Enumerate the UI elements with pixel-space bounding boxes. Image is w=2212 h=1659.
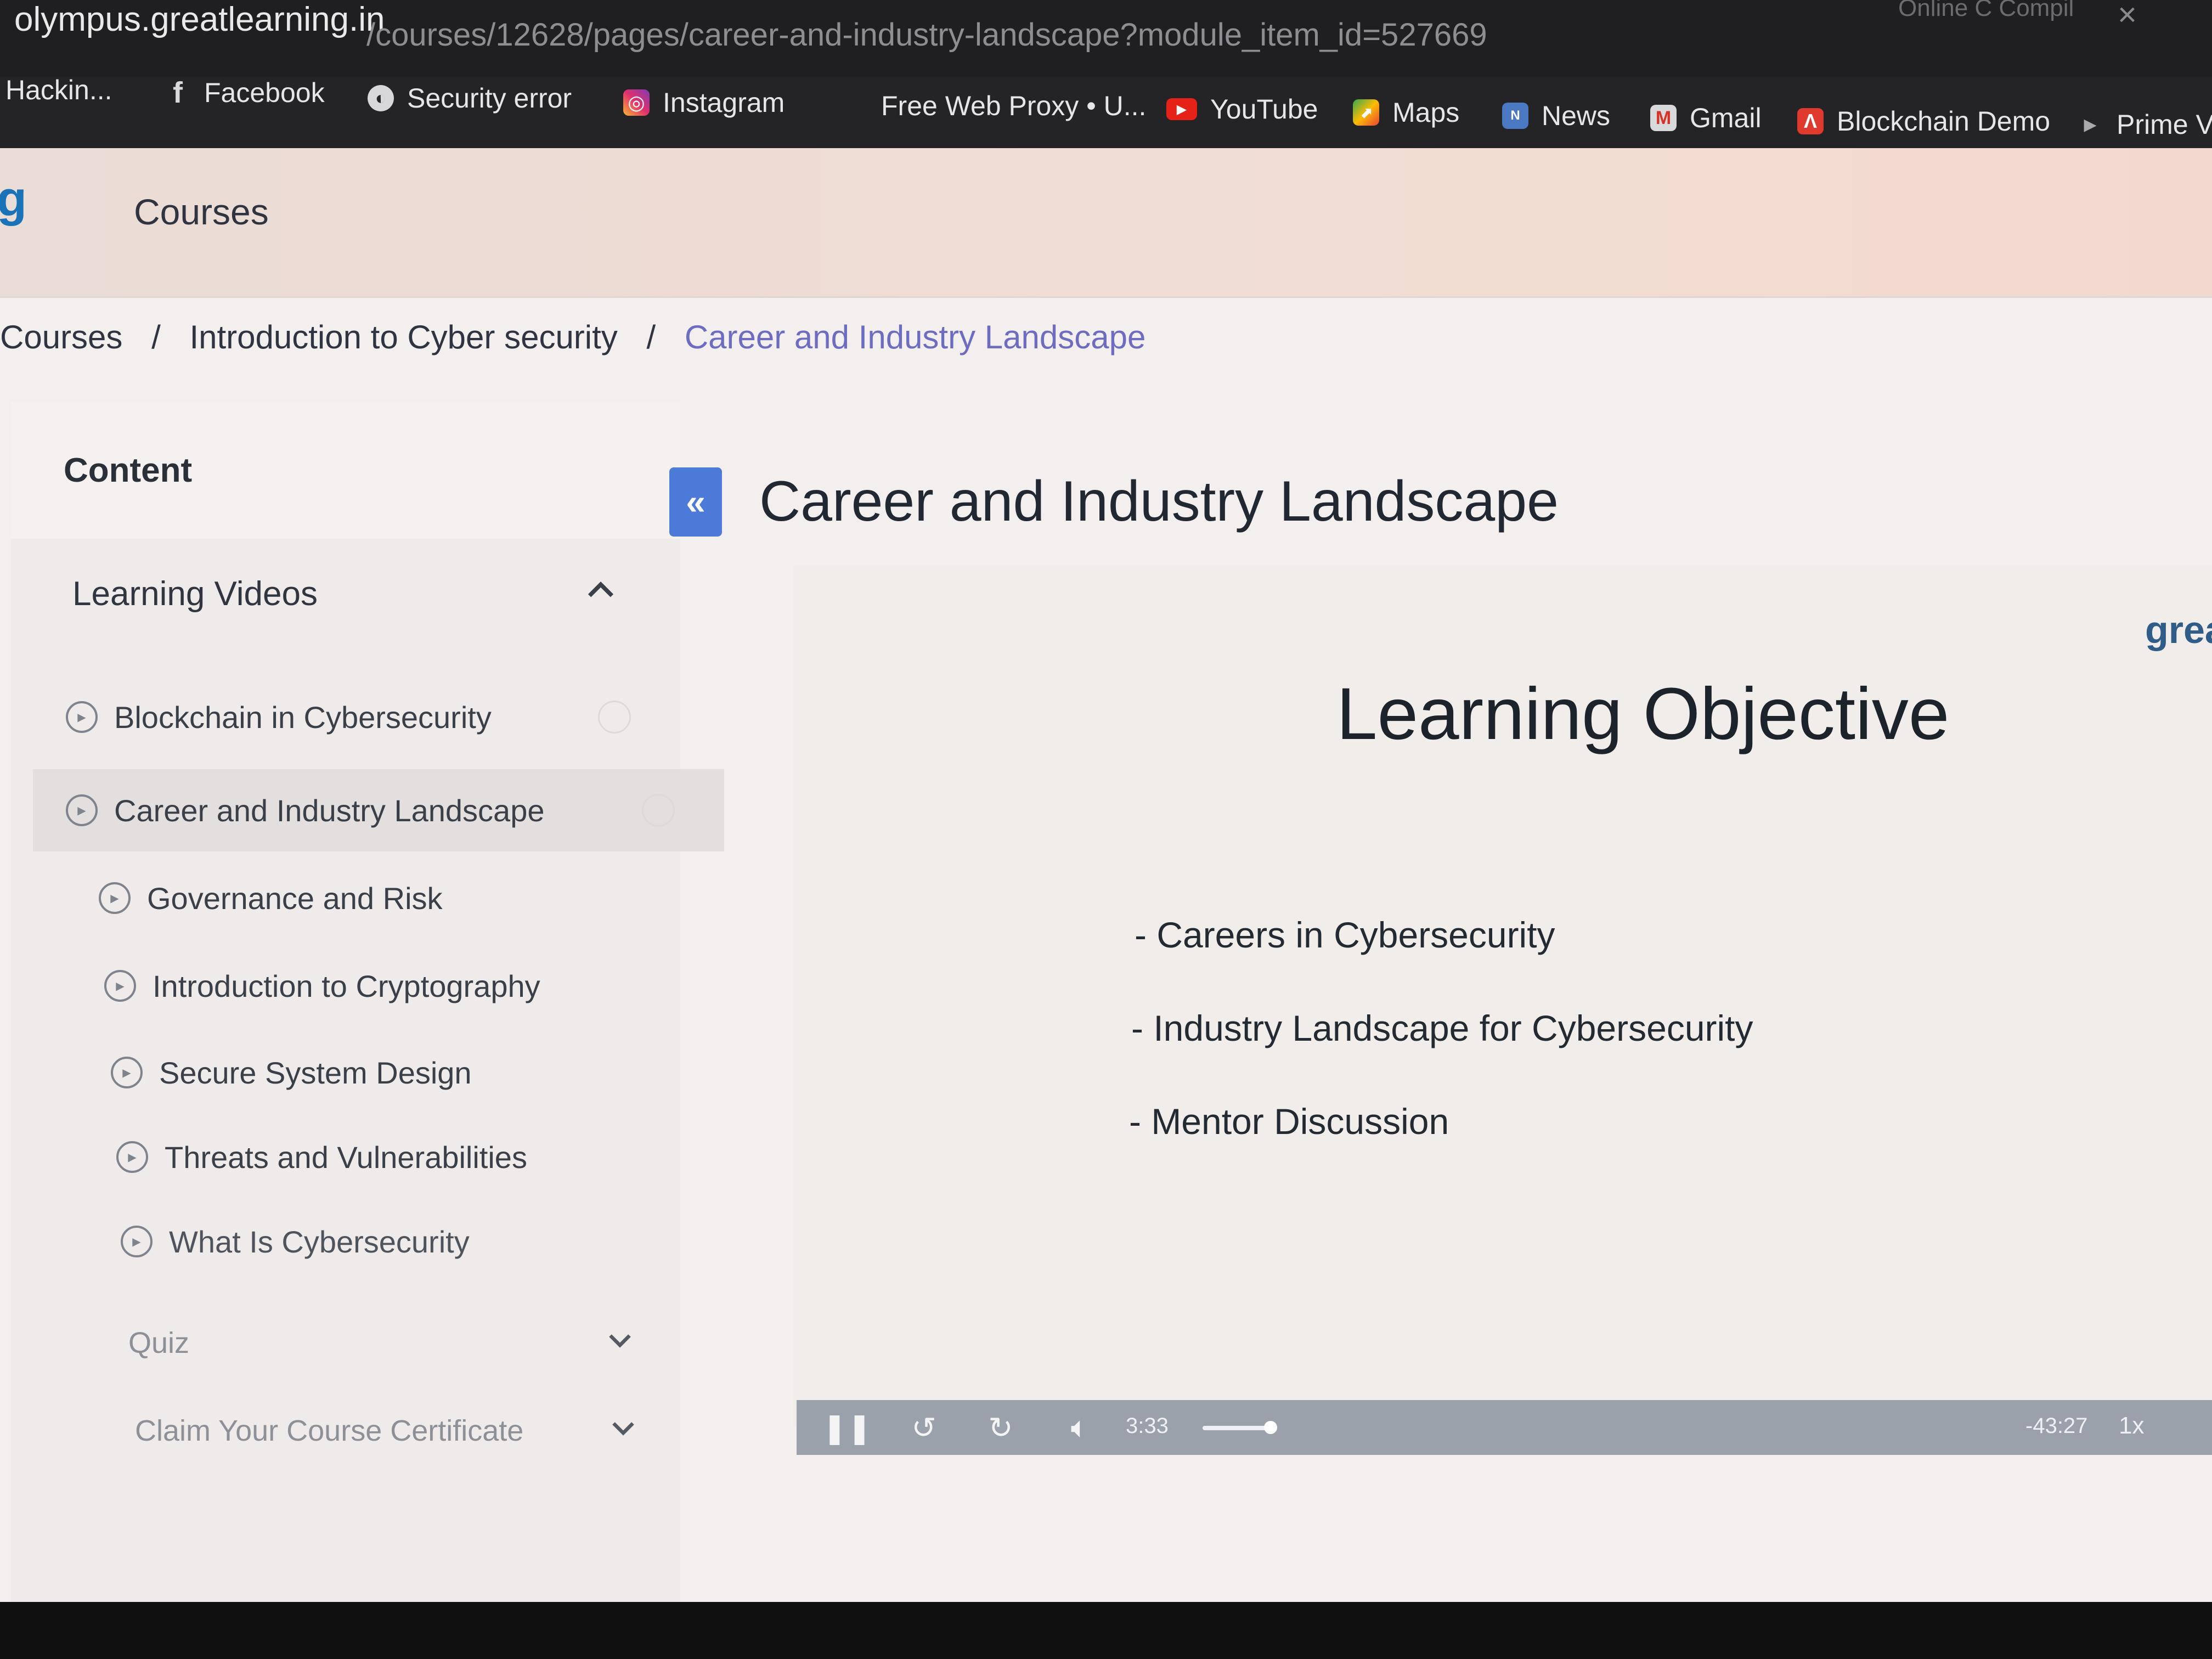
- lesson-item-active[interactable]: ▶ Career and Industry Landscape: [33, 769, 724, 851]
- bookmark-maps[interactable]: ⬈ Maps: [1353, 97, 1459, 128]
- volume-slider[interactable]: [1203, 1426, 1268, 1430]
- playback-speed-button[interactable]: 1x: [2119, 1412, 2144, 1440]
- completion-ring-icon: [598, 701, 631, 733]
- section-quiz[interactable]: Quiz: [128, 1326, 655, 1360]
- logo[interactable]: g: [0, 171, 27, 228]
- bookmark-label: Instagram: [663, 87, 785, 118]
- lesson-label: Governance and Risk: [147, 881, 443, 916]
- lesson-item[interactable]: ▶ Blockchain in Cybersecurity: [66, 676, 680, 758]
- collapse-sidebar-button[interactable]: «: [669, 467, 722, 537]
- lesson-item[interactable]: ▶ Threats and Vulnerabilities: [116, 1116, 731, 1198]
- lesson-label: Secure System Design: [159, 1055, 472, 1090]
- section-learning-videos[interactable]: Learning Videos: [72, 574, 318, 613]
- section-claim-certificate[interactable]: Claim Your Course Certificate: [135, 1414, 662, 1448]
- bookmark-hacking[interactable]: Hackin...: [5, 74, 112, 106]
- top-navigation: g Courses: [0, 148, 2212, 298]
- bookmark-news[interactable]: N News: [1502, 100, 1610, 132]
- nav-courses-link[interactable]: Courses: [134, 191, 269, 233]
- news-icon: N: [1502, 103, 1528, 129]
- play-circle-icon: ▶: [104, 970, 136, 1002]
- chevron-down-icon[interactable]: [607, 1411, 640, 1444]
- lesson-item[interactable]: ▶ Governance and Risk: [99, 857, 713, 939]
- bookmark-facebook[interactable]: f Facebook: [165, 76, 325, 109]
- bookmark-label: Blockchain Demo: [1837, 106, 2051, 137]
- globe-icon: ◐: [368, 85, 394, 111]
- url-path[interactable]: /courses/12628/pages/career-and-industry…: [366, 16, 1487, 53]
- maps-icon: ⬈: [1353, 99, 1379, 126]
- bookmark-youtube[interactable]: ▶ YouTube: [1166, 93, 1318, 125]
- blockchain-icon: Λ: [1797, 108, 1824, 134]
- play-circle-icon: ▶: [111, 1057, 143, 1088]
- brand-watermark: grea: [2145, 608, 2212, 651]
- bookmark-security-error[interactable]: ◐ Security error: [368, 82, 572, 114]
- breadcrumb: Courses / Introduction to Cyber security…: [0, 318, 1146, 356]
- bookmarks-bar: Hackin... f Facebook ◐ Security error ◎ …: [0, 74, 2212, 154]
- close-icon[interactable]: ×: [2118, 0, 2137, 33]
- lesson-label: Introduction to Cryptography: [153, 968, 540, 1003]
- bookmark-label: Free Web Proxy • U...: [881, 91, 1147, 121]
- breadcrumb-current[interactable]: Career and Industry Landscape: [685, 319, 1146, 356]
- forward-icon[interactable]: ↻: [983, 1410, 1018, 1445]
- bookmark-label: News: [1542, 100, 1611, 131]
- screen: olympus.greatlearning.in /courses/12628/…: [0, 0, 2212, 1659]
- lesson-label: Blockchain in Cybersecurity: [114, 699, 492, 735]
- sidebar-header: Content: [11, 402, 680, 539]
- url-host[interactable]: olympus.greatlearning.in: [14, 0, 385, 39]
- lesson-label: Career and Industry Landscape: [114, 793, 545, 828]
- lesson-item[interactable]: ▶ Introduction to Cryptography: [104, 945, 719, 1027]
- completion-ring-icon: [642, 794, 675, 827]
- remaining-time: -43:27: [2025, 1414, 2088, 1438]
- bookmark-label: Maps: [1392, 97, 1460, 128]
- bookmark-label: Security error: [407, 83, 572, 114]
- chevron-up-icon[interactable]: [582, 572, 620, 610]
- bookmark-prime-video[interactable]: ▶ Prime Vi: [2077, 109, 2212, 140]
- play-circle-icon: ▶: [116, 1141, 148, 1173]
- page-content: g Courses Courses / Introduction to Cybe…: [0, 148, 2212, 1609]
- pause-icon[interactable]: ❚❚: [822, 1410, 872, 1445]
- tab-title-online-compiler[interactable]: Online C Compil: [1898, 0, 2074, 22]
- gmail-icon: M: [1650, 105, 1677, 131]
- prime-video-icon: ▶: [2084, 115, 2097, 134]
- instagram-icon: ◎: [623, 89, 650, 116]
- lesson-label: Threats and Vulnerabilities: [165, 1139, 527, 1175]
- slide-point: - Mentor Discussion: [1129, 1101, 1449, 1142]
- sidebar-heading: Content: [64, 452, 193, 489]
- monitor-bezel: [0, 1602, 2212, 1659]
- facebook-icon: f: [173, 76, 183, 109]
- content-sidebar: Content Learning Videos ▶ Blockchain in …: [11, 402, 724, 1609]
- breadcrumb-course[interactable]: Introduction to Cyber security: [189, 319, 617, 356]
- volume-slider-handle[interactable]: [1264, 1421, 1277, 1434]
- bookmark-label: YouTube: [1210, 94, 1318, 125]
- slide-heading: Learning Objective: [1336, 673, 1950, 755]
- bookmark-label: Hackin...: [5, 75, 112, 105]
- breadcrumb-separator: /: [151, 319, 161, 356]
- lesson-title: Career and Industry Landscape: [759, 470, 1559, 533]
- lesson-item[interactable]: ▶ Secure System Design: [111, 1031, 725, 1114]
- youtube-icon: ▶: [1166, 98, 1197, 120]
- lesson-item[interactable]: ▶ What Is Cybersecurity: [121, 1200, 735, 1283]
- play-circle-icon: ▶: [121, 1226, 153, 1257]
- chevron-down-icon[interactable]: [603, 1323, 636, 1356]
- volume-icon[interactable]: 🔈︎: [1062, 1410, 1097, 1445]
- bookmark-blockchain-demo[interactable]: Λ Blockchain Demo: [1797, 105, 2050, 137]
- bookmark-free-web-proxy[interactable]: Free Web Proxy • U...: [881, 90, 1146, 122]
- breadcrumb-courses[interactable]: Courses: [0, 319, 122, 356]
- play-circle-icon: ▶: [99, 882, 131, 914]
- play-circle-icon: ▶: [66, 794, 98, 826]
- bookmark-label: Prime Vi: [2117, 109, 2212, 140]
- browser-url-bar[interactable]: olympus.greatlearning.in /courses/12628/…: [0, 0, 2212, 80]
- bookmark-gmail[interactable]: M Gmail: [1650, 102, 1762, 134]
- current-time: 3:33: [1126, 1414, 1169, 1438]
- lesson-label: What Is Cybersecurity: [169, 1224, 470, 1259]
- slide-point: - Careers in Cybersecurity: [1135, 915, 1555, 955]
- breadcrumb-separator: /: [646, 319, 656, 356]
- slide-point: - Industry Landscape for Cybersecurity: [1131, 1008, 1753, 1048]
- bookmark-instagram[interactable]: ◎ Instagram: [623, 87, 785, 119]
- bookmark-label: Facebook: [204, 77, 325, 108]
- player-controls: ❚❚ ↺ ↻ 🔈︎ 3:33 -43:27 1x: [797, 1400, 2212, 1455]
- bookmark-label: Gmail: [1690, 103, 1762, 133]
- play-circle-icon: ▶: [66, 701, 98, 733]
- rewind-icon[interactable]: ↺: [906, 1410, 941, 1445]
